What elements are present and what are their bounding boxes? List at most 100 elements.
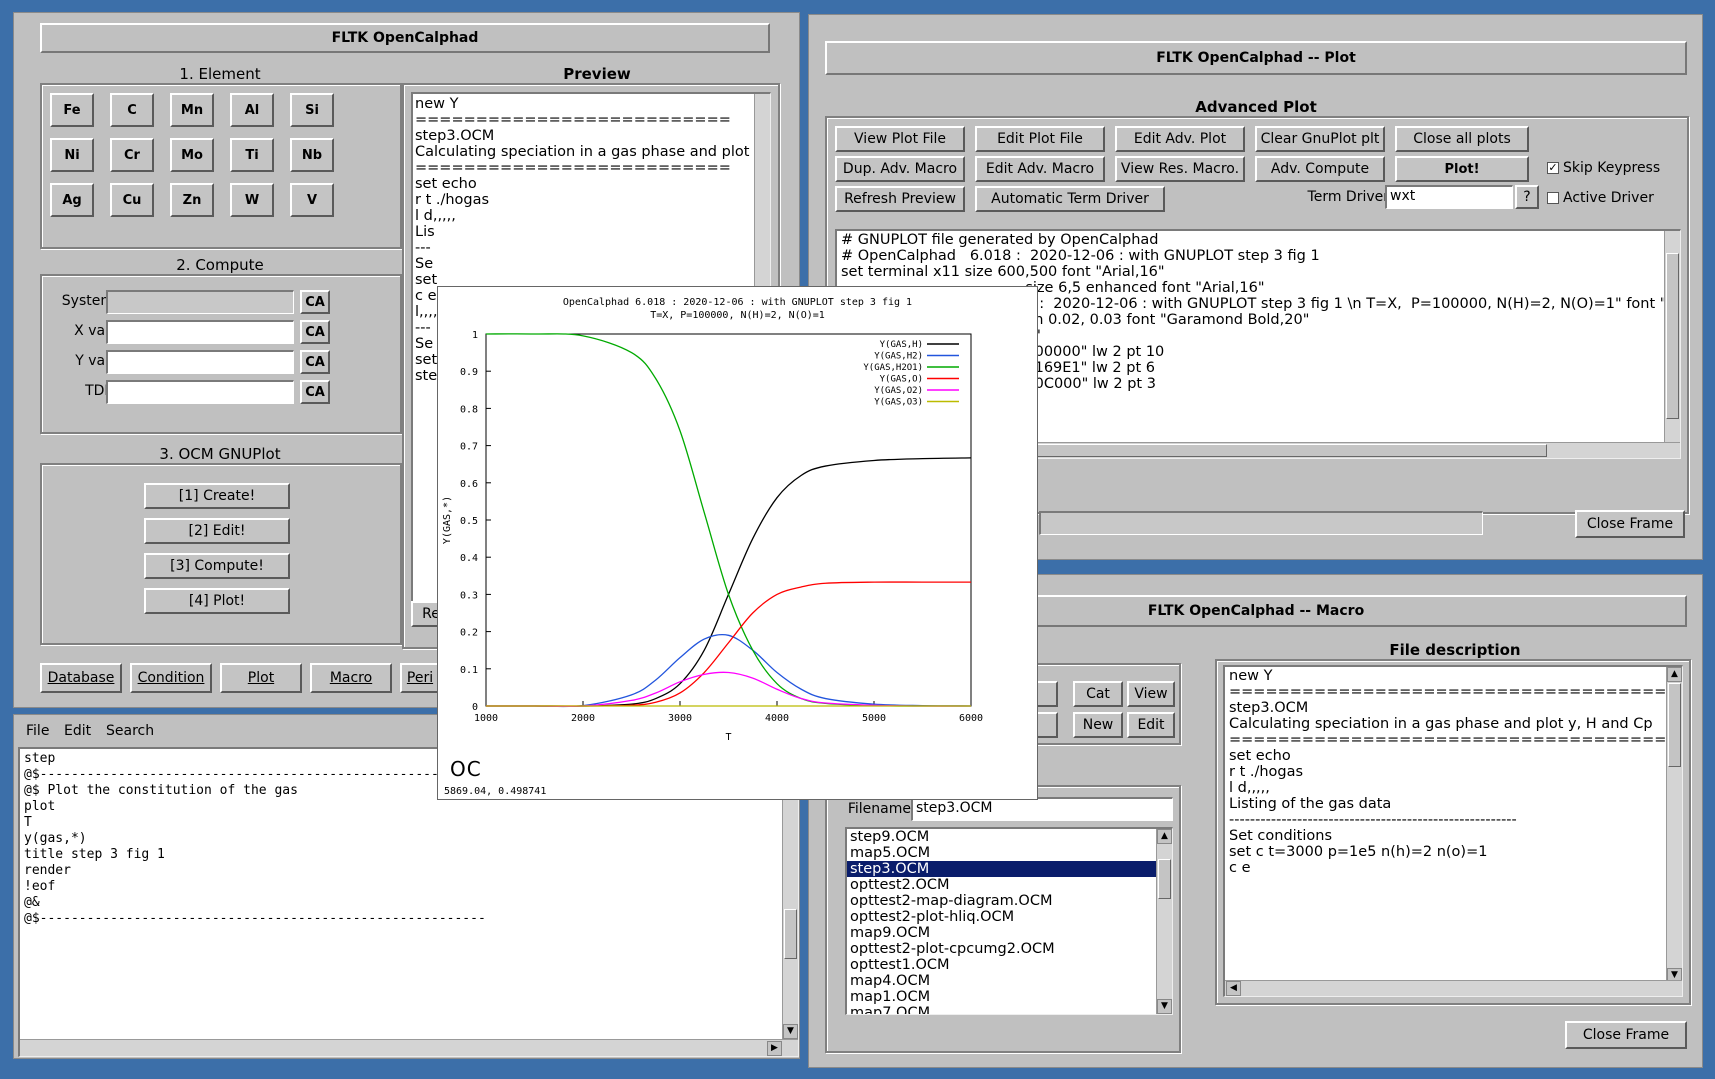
file-description-hscrollbar[interactable]: ◀ bbox=[1225, 980, 1682, 996]
element-button-zn[interactable]: Zn bbox=[170, 183, 214, 217]
desc-line: set echo bbox=[1229, 748, 1291, 764]
editor-vscroll-thumb[interactable] bbox=[784, 909, 797, 959]
file-description-vscroll-thumb[interactable] bbox=[1668, 683, 1681, 767]
ca-button-3[interactable]: CA bbox=[300, 380, 330, 404]
element-button-mn[interactable]: Mn bbox=[170, 93, 214, 127]
term-driver-input[interactable]: wxt bbox=[1385, 185, 1513, 209]
plot-close-frame-button[interactable]: Close Frame bbox=[1575, 510, 1685, 538]
plot-row2-button-2[interactable]: View Res. Macro. bbox=[1115, 156, 1245, 182]
filename-input[interactable]: step3.OCM bbox=[911, 797, 1173, 821]
file-list-item[interactable]: step3.OCM bbox=[847, 861, 1158, 877]
menu-search[interactable]: Search bbox=[106, 723, 154, 739]
desc-line: set c t=3000 p=1e5 n(h)=2 n(o)=1 bbox=[1229, 844, 1488, 860]
element-button-cr[interactable]: Cr bbox=[110, 138, 154, 172]
scroll-up-icon[interactable]: ▲ bbox=[1157, 829, 1172, 844]
plot-row1-button-1[interactable]: Edit Plot File bbox=[975, 126, 1105, 152]
cat-button[interactable]: Cat bbox=[1073, 681, 1123, 707]
file-list-item[interactable]: map4.OCM bbox=[847, 973, 1158, 989]
field-label-1: X var. bbox=[74, 323, 114, 339]
plot-row1-button-2[interactable]: Edit Adv. Plot bbox=[1115, 126, 1245, 152]
view-button[interactable]: View bbox=[1127, 681, 1175, 707]
plot-row1-button-4[interactable]: Close all plots bbox=[1395, 126, 1529, 152]
element-button-cu[interactable]: Cu bbox=[110, 183, 154, 217]
field-input-0[interactable] bbox=[106, 290, 294, 314]
y-tick-label: 0.5 bbox=[460, 516, 478, 527]
tab-plot[interactable]: Plot bbox=[220, 663, 302, 693]
active-driver-checkbox[interactable] bbox=[1547, 192, 1559, 204]
plot-file-vscroll-thumb[interactable] bbox=[1666, 253, 1679, 419]
plot-row2-button-1[interactable]: Edit Adv. Macro bbox=[975, 156, 1105, 182]
file-list-item[interactable]: opttest2-map-diagram.OCM bbox=[847, 893, 1158, 909]
scroll-right-icon[interactable]: ▶ bbox=[767, 1041, 782, 1056]
legend-label-2: Y(GAS,H2O1) bbox=[863, 363, 923, 373]
help-button[interactable]: ? bbox=[1515, 185, 1539, 209]
editor-line: !eof bbox=[24, 879, 56, 894]
file-list-item[interactable]: opttest2-plot-cpcumg2.OCM bbox=[847, 941, 1158, 957]
ca-button-1[interactable]: CA bbox=[300, 320, 330, 344]
file-list-item[interactable]: opttest1.OCM bbox=[847, 957, 1158, 973]
editor-hscrollbar[interactable]: ▶ bbox=[20, 1039, 798, 1056]
editor-line: T bbox=[24, 815, 32, 830]
plot-row1-button-0[interactable]: View Plot File bbox=[835, 126, 965, 152]
element-button-ni[interactable]: Ni bbox=[50, 138, 94, 172]
editor-line: @$--------------------------------------… bbox=[24, 911, 486, 926]
element-button-al[interactable]: Al bbox=[230, 93, 274, 127]
tab-macro[interactable]: Macro bbox=[310, 663, 392, 693]
file-list-scroll-thumb[interactable] bbox=[1158, 859, 1171, 899]
skip-keypress-checkbox[interactable]: ✓ bbox=[1547, 162, 1559, 174]
field-input-2[interactable] bbox=[106, 350, 294, 374]
element-button-fe[interactable]: Fe bbox=[50, 93, 94, 127]
plot-row2-button-4[interactable]: Plot! bbox=[1395, 156, 1529, 182]
menu-file[interactable]: File bbox=[26, 723, 49, 739]
file-list[interactable]: step9.OCM map5.OCM step3.OCM opttest2.OCM op… bbox=[845, 827, 1173, 1015]
macro-close-frame-button[interactable]: Close Frame bbox=[1565, 1021, 1687, 1049]
field-input-3[interactable] bbox=[106, 380, 294, 404]
file-list-item[interactable]: opttest2-plot-hliq.OCM bbox=[847, 909, 1158, 925]
gnuplot-step-button-4[interactable]: [4] Plot! bbox=[144, 588, 290, 614]
scroll-left-icon[interactable]: ◀ bbox=[1226, 981, 1241, 996]
x-tick-label: 3000 bbox=[668, 713, 692, 724]
scroll-down-icon[interactable]: ▼ bbox=[1157, 999, 1172, 1014]
automatic-term-driver-button[interactable]: Automatic Term Driver bbox=[975, 186, 1165, 212]
ca-button-2[interactable]: CA bbox=[300, 350, 330, 374]
file-list-item[interactable]: step9.OCM bbox=[847, 829, 1158, 845]
gnuplot-step-button-2[interactable]: [2] Edit! bbox=[144, 518, 290, 544]
tab-condition[interactable]: Condition bbox=[130, 663, 212, 693]
menu-edit[interactable]: Edit bbox=[64, 723, 91, 739]
scroll-down-icon[interactable]: ▼ bbox=[783, 1024, 798, 1039]
tab-peri[interactable]: Peri bbox=[400, 663, 440, 693]
gnuplot-chart[interactable]: 1000 2000 3000 4000 5000 6000 0 0.1 0.2 0.3 0.4 0.5… bbox=[438, 313, 1037, 783]
plot-row1-button-3[interactable]: Clear GnuPlot plt bbox=[1255, 126, 1385, 152]
tab-database[interactable]: Database bbox=[40, 663, 122, 693]
file-list-item[interactable]: map7.OCM bbox=[847, 1005, 1158, 1014]
element-button-c[interactable]: C bbox=[110, 93, 154, 127]
element-button-nb[interactable]: Nb bbox=[290, 138, 334, 172]
file-list-item[interactable]: opttest2.OCM bbox=[847, 877, 1158, 893]
desc-line: ----------------------------------------… bbox=[1229, 812, 1517, 828]
element-button-mo[interactable]: Mo bbox=[170, 138, 214, 172]
plot-row2-button-0[interactable]: Dup. Adv. Macro bbox=[835, 156, 965, 182]
element-button-v[interactable]: V bbox=[290, 183, 334, 217]
file-list-item[interactable]: map5.OCM bbox=[847, 845, 1158, 861]
desc-line: c e bbox=[1229, 860, 1251, 876]
file-list-item[interactable]: map1.OCM bbox=[847, 989, 1158, 1005]
element-button-w[interactable]: W bbox=[230, 183, 274, 217]
ca-button-0[interactable]: CA bbox=[300, 290, 330, 314]
element-button-ag[interactable]: Ag bbox=[50, 183, 94, 217]
scroll-up-icon[interactable]: ▲ bbox=[1667, 667, 1682, 682]
refresh-preview-button[interactable]: Refresh Preview bbox=[835, 186, 965, 212]
gnuplot-step-button-1[interactable]: [1] Create! bbox=[144, 483, 290, 509]
file-list-scrollbar[interactable]: ▲ ▼ bbox=[1156, 829, 1172, 1014]
file-description-vscrollbar[interactable]: ▲ ▼ bbox=[1666, 667, 1682, 983]
file-description-text[interactable]: new Y ===================================… bbox=[1223, 665, 1683, 997]
new-button[interactable]: New bbox=[1073, 712, 1123, 738]
element-button-si[interactable]: Si bbox=[290, 93, 334, 127]
edit-button[interactable]: Edit bbox=[1127, 712, 1175, 738]
gnuplot-step-button-3[interactable]: [3] Compute! bbox=[144, 553, 290, 579]
element-button-ti[interactable]: Ti bbox=[230, 138, 274, 172]
field-input-1[interactable] bbox=[106, 320, 294, 344]
file-list-item[interactable]: map9.OCM bbox=[847, 925, 1158, 941]
plot-row2-button-3[interactable]: Adv. Compute bbox=[1255, 156, 1385, 182]
plot-file-vscrollbar[interactable] bbox=[1664, 231, 1680, 445]
y-tick-label: 0.9 bbox=[460, 367, 478, 378]
